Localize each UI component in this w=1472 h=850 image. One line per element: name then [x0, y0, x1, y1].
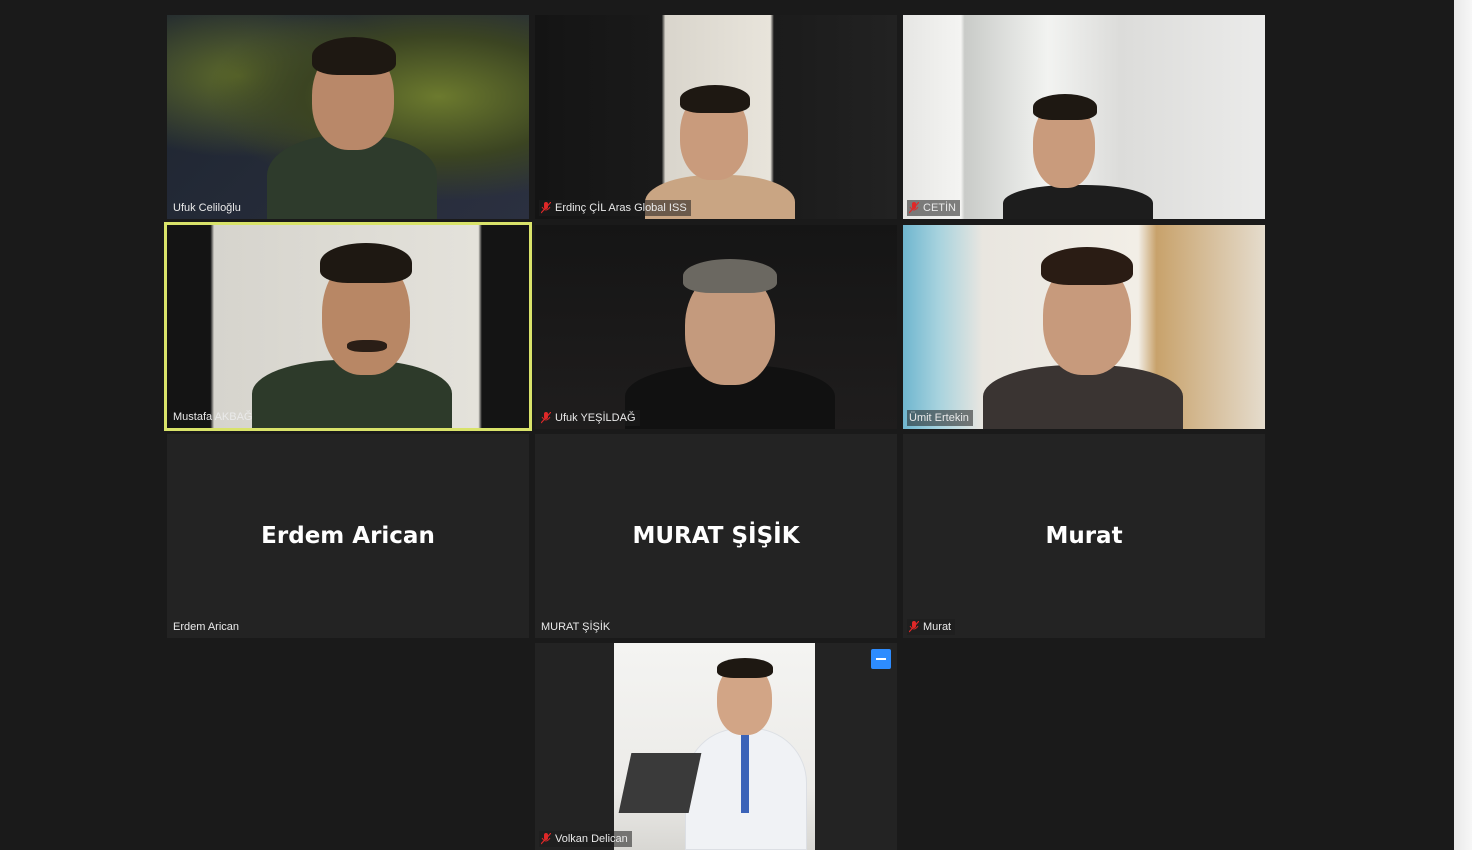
participant-nameplate: Volkan Delican: [539, 831, 632, 847]
participant-name: Ufuk YEŞİLDAĞ: [555, 412, 636, 424]
participant-name: Mustafa AKBAĞ: [173, 411, 253, 423]
participant-name: MURAT ŞİŞİK: [541, 621, 611, 633]
participant-name: Ufuk Celiloğlu: [173, 202, 241, 214]
participant-nameplate: Murat: [907, 619, 956, 635]
participant-nameplate: CETİN: [907, 200, 960, 216]
zoom-gallery-view: Ufuk Celiloğlu Erdinç ÇİL Aras Global IS…: [0, 0, 1454, 850]
participant-name: Erdinç ÇİL Aras Global ISS: [555, 202, 687, 214]
participant-name: Murat: [923, 621, 952, 633]
participant-nameplate: Mustafa AKBAĞ: [171, 409, 256, 425]
participant-name: Erdem Arican: [173, 621, 240, 633]
participant-name: Ümit Ertekin: [909, 412, 969, 424]
microphone-muted-icon: [909, 202, 919, 214]
participant-nameplate: Erdem Arican: [171, 619, 243, 635]
participant-display-name: MURAT ŞİŞİK: [632, 523, 800, 549]
more-options-icon: [876, 658, 886, 660]
participant-display-name: Erdem Arican: [261, 523, 435, 549]
participant-tile[interactable]: Ufuk YEŞİLDAĞ: [535, 225, 897, 429]
participant-figure: [645, 75, 795, 219]
participant-tile[interactable]: CETİN: [903, 15, 1265, 219]
microphone-muted-icon: [541, 412, 551, 424]
more-options-button[interactable]: [871, 649, 891, 669]
participant-tile-no-video[interactable]: Murat Murat: [903, 434, 1265, 638]
participant-nameplate: MURAT ŞİŞİK: [539, 619, 614, 635]
page-edge: [1454, 0, 1472, 850]
participant-figure: [252, 235, 452, 428]
participant-nameplate: Erdinç ÇİL Aras Global ISS: [539, 200, 691, 216]
participant-figure: [983, 235, 1183, 429]
participant-figure: [257, 25, 457, 219]
participant-tile-no-video[interactable]: MURAT ŞİŞİK MURAT ŞİŞİK: [535, 434, 897, 638]
participant-nameplate: Ufuk Celiloğlu: [171, 200, 245, 216]
laptop: [618, 753, 702, 813]
participant-tile-no-video[interactable]: Erdem Arican Erdem Arican: [167, 434, 529, 638]
participant-figure: [685, 658, 807, 850]
participant-tile[interactable]: Erdinç ÇİL Aras Global ISS: [535, 15, 897, 219]
participant-nameplate: Ümit Ertekin: [907, 410, 973, 426]
microphone-muted-icon: [909, 621, 919, 633]
participant-nameplate: Ufuk YEŞİLDAĞ: [539, 410, 640, 426]
participant-figure: [625, 255, 835, 429]
microphone-muted-icon: [541, 202, 551, 214]
participant-tile[interactable]: Ümit Ertekin: [903, 225, 1265, 429]
participant-figure: [1003, 90, 1153, 219]
participant-tile[interactable]: Volkan Delican: [535, 643, 897, 850]
participant-display-name: Murat: [1045, 523, 1123, 549]
participant-name: Volkan Delican: [555, 833, 628, 845]
participant-tile[interactable]: Ufuk Celiloğlu: [167, 15, 529, 219]
microphone-muted-icon: [541, 833, 551, 845]
participant-name: CETİN: [923, 202, 956, 214]
participant-tile-active-speaker[interactable]: Mustafa AKBAĞ: [164, 222, 532, 431]
